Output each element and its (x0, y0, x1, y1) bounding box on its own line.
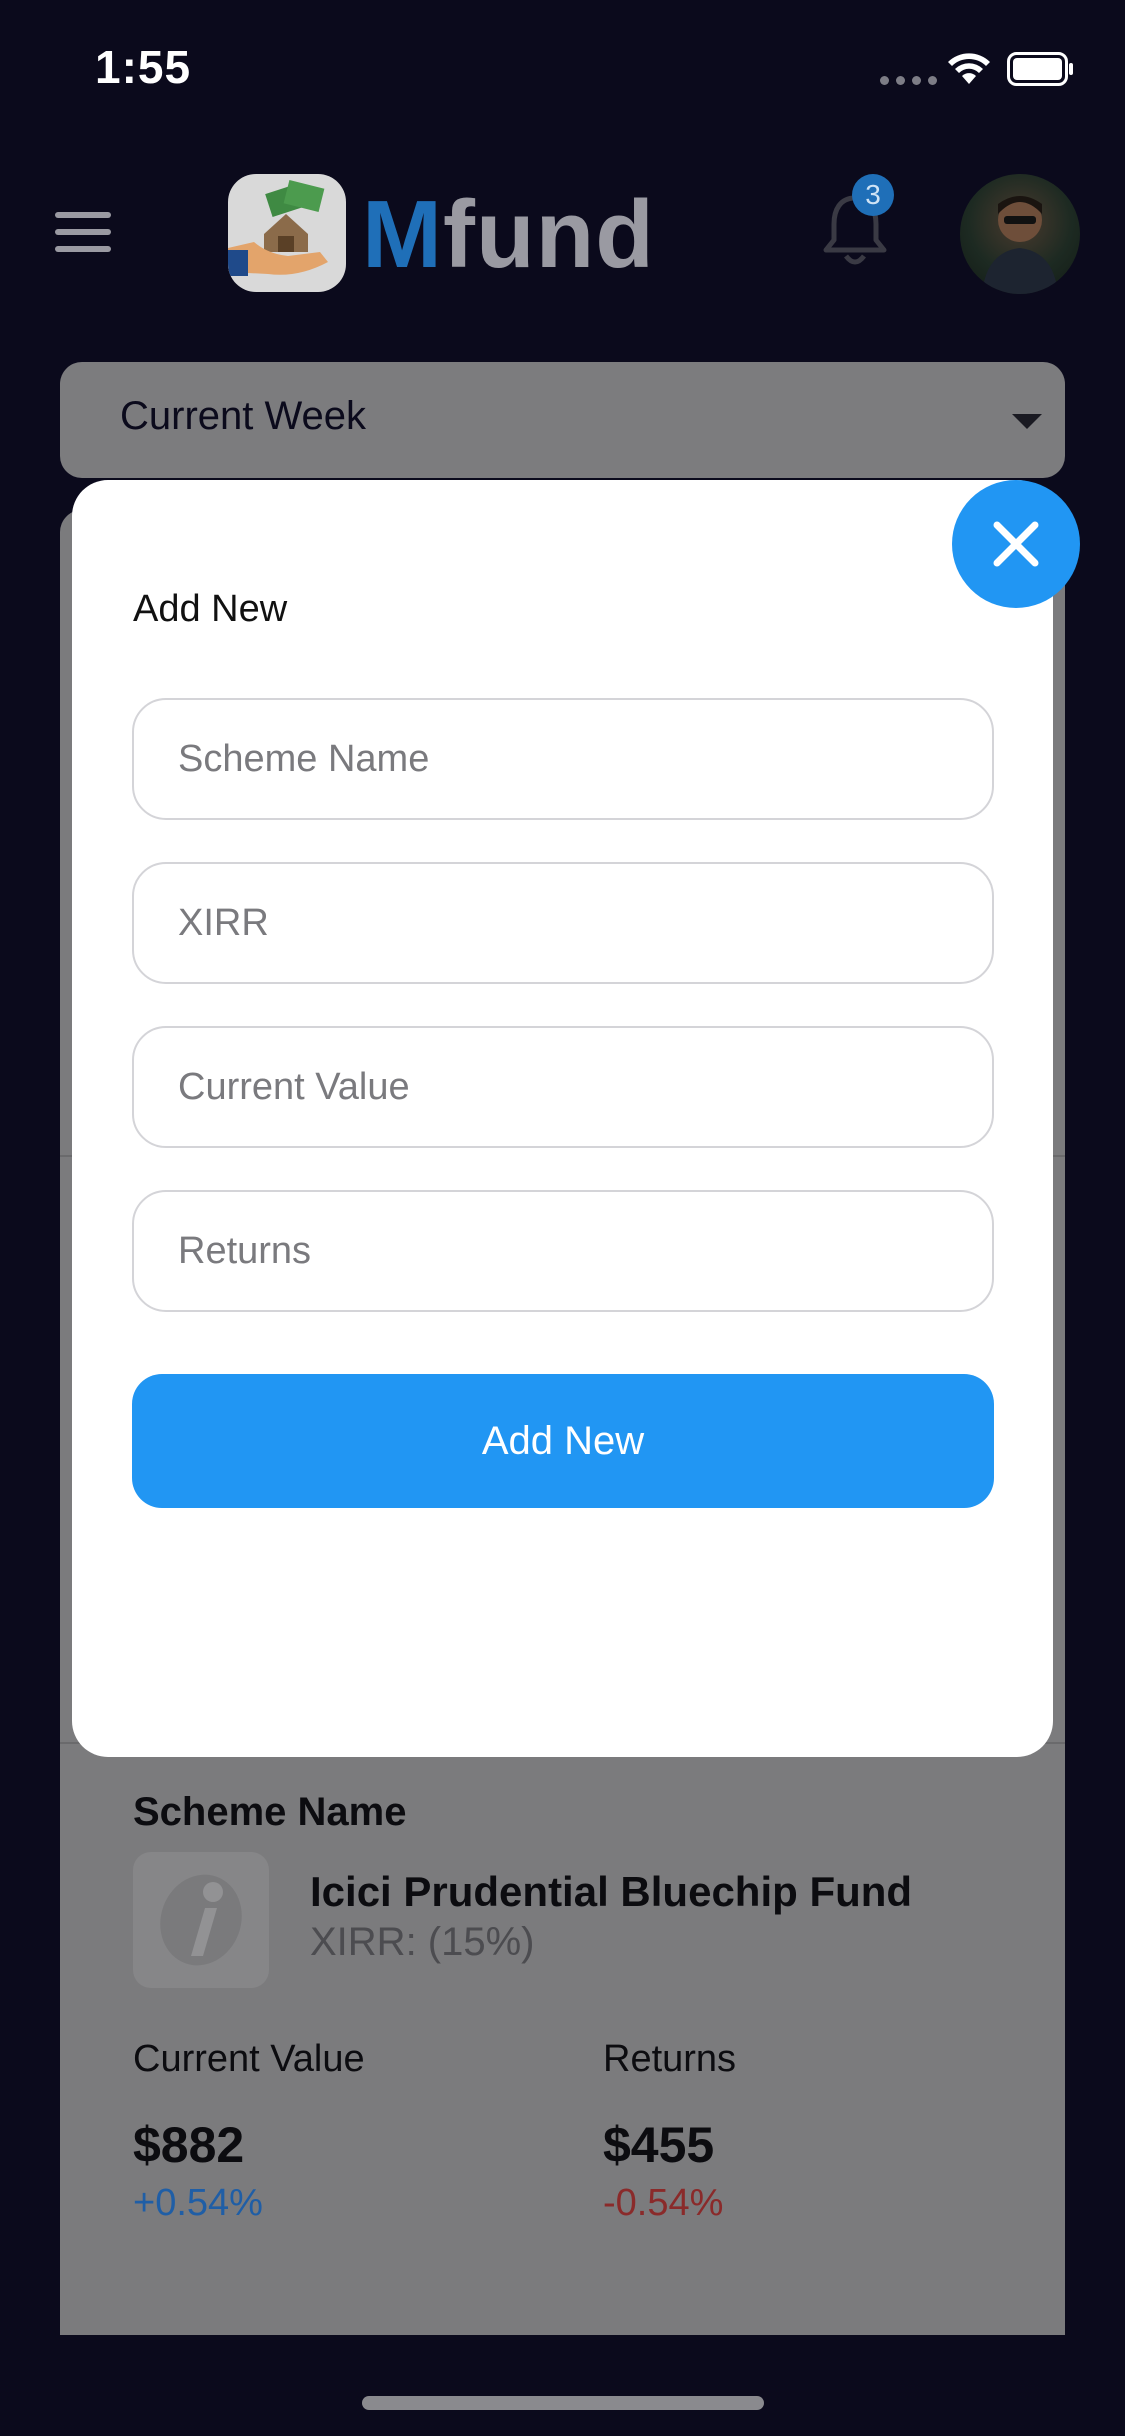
app-logo-text: Mfund (362, 180, 655, 290)
wifi-icon (948, 53, 990, 84)
current-value: $882 (133, 2117, 245, 2173)
battery-icon (1007, 52, 1073, 86)
returns-value: $455 (603, 2117, 715, 2173)
notification-badge: 3 (852, 174, 894, 216)
close-modal-button[interactable] (952, 480, 1080, 608)
status-time: 1:55 (95, 41, 192, 93)
fund-logo-icon (133, 1852, 269, 1988)
avatar[interactable] (960, 174, 1080, 294)
add-new-modal: Add New Add New (72, 480, 1053, 1757)
returns-input[interactable] (132, 1190, 994, 1312)
returns-change: -0.54% (603, 2182, 724, 2224)
scheme-name-input[interactable] (132, 698, 994, 820)
app-header: Mfund 3 (0, 150, 1125, 310)
fund-xirr: XIRR: (15%) (310, 1920, 535, 1964)
chevron-down-icon (1012, 414, 1042, 429)
modal-title: Add New (133, 588, 288, 630)
current-value-input[interactable] (132, 1026, 994, 1148)
logo-initial: M (362, 181, 443, 288)
returns-label: Returns (603, 2038, 737, 2080)
current-value-label: Current Value (133, 2038, 365, 2080)
status-bar: 1:55 (0, 0, 1125, 132)
add-new-button[interactable]: Add New (132, 1374, 994, 1508)
week-filter-value: Current Week (120, 394, 367, 438)
close-icon (993, 521, 1039, 567)
fund-name: Icici Prudential Bluechip Fund (310, 1868, 913, 1915)
week-filter-dropdown[interactable]: Current Week (60, 362, 1065, 478)
signal-dots-icon (880, 76, 937, 85)
logo-rest: fund (442, 181, 655, 288)
xirr-input[interactable] (132, 862, 994, 984)
menu-icon[interactable] (55, 212, 113, 252)
current-value-change: +0.54% (133, 2182, 263, 2224)
scheme-section-title: Scheme Name (133, 1790, 407, 1834)
home-indicator (362, 2396, 764, 2410)
logo-icon (228, 174, 346, 292)
